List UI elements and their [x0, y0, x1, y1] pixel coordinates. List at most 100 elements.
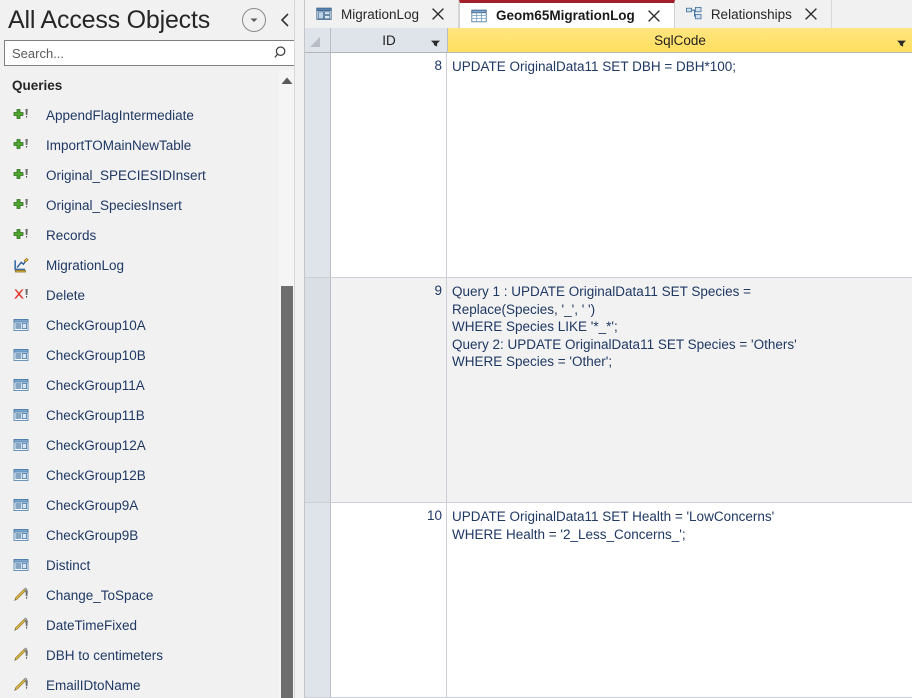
filter-arrow-icon[interactable] [430, 36, 441, 51]
group-header-label: Queries [12, 77, 63, 93]
delete-query-icon [10, 286, 32, 304]
nav-item-delete[interactable]: Delete [0, 280, 304, 310]
navigation-pane-list[interactable]: Queries AppendFlagIntermediate ImportTOMa… [0, 70, 304, 698]
group-header-queries[interactable]: Queries [0, 70, 304, 100]
nav-item-label: Original_SpeciesInsert [46, 197, 182, 213]
nav-item-label: MigrationLog [46, 257, 125, 273]
nav-item-label: DBH to centimeters [46, 647, 164, 663]
nav-item-label: CheckGroup10B [46, 347, 146, 363]
nav-item-original-speciesidinsert[interactable]: Original_SPECIESIDInsert [0, 160, 304, 190]
column-header-label: SqlCode [654, 32, 706, 48]
tab-geom65migrationlog[interactable]: Geom65MigrationLog [459, 0, 675, 28]
nav-item-label: CheckGroup9B [46, 527, 139, 543]
nav-item-checkgroup11b[interactable]: CheckGroup11B [0, 400, 304, 430]
nav-item-distinct[interactable]: Distinct [0, 550, 304, 580]
tab-label: Relationships [710, 6, 792, 22]
nav-item-checkgroup9b[interactable]: CheckGroup9B [0, 520, 304, 550]
tab-migrationlog[interactable]: MigrationLog [305, 0, 460, 28]
chevron-left-icon[interactable] [276, 9, 294, 31]
cell-id[interactable]: 9 [331, 278, 447, 502]
navigation-pane-scrollbar[interactable] [279, 70, 295, 698]
table-row[interactable]: 10 UPDATE OriginalData11 SET Health = 'Lo… [305, 503, 912, 698]
select-query-icon [10, 406, 32, 424]
nav-item-migrationlog[interactable]: MigrationLog [0, 250, 304, 280]
update-query-icon [10, 676, 32, 694]
row-selector[interactable] [305, 503, 331, 697]
update-query-icon [10, 646, 32, 664]
page-title: All Access Objects [8, 5, 211, 34]
nav-item-checkgroup9a[interactable]: CheckGroup9A [0, 490, 304, 520]
select-query-icon [10, 556, 32, 574]
search-icon[interactable] [273, 45, 291, 61]
nav-item-checkgroup11a[interactable]: CheckGroup11A [0, 370, 304, 400]
nav-item-emailidtoname[interactable]: EmailIDtoName [0, 670, 304, 698]
search-box[interactable] [4, 40, 296, 66]
datasheet-header-row: ID SqlCode [305, 28, 912, 53]
nav-item-checkgroup10b[interactable]: CheckGroup10B [0, 340, 304, 370]
column-header-sqlcode[interactable]: SqlCode [448, 28, 912, 52]
relationships-icon [685, 6, 703, 22]
column-header-id[interactable]: ID [331, 28, 448, 52]
close-icon[interactable] [802, 4, 822, 24]
nav-item-change-tospace[interactable]: Change_ToSpace [0, 580, 304, 610]
search-input[interactable] [12, 43, 273, 63]
nav-item-label: CheckGroup11A [46, 377, 145, 393]
datasheet-rows[interactable]: 8 UPDATE OriginalData11 SET DBH = DBH*100… [305, 53, 912, 698]
nav-item-label: Records [46, 227, 97, 243]
update-query-icon [10, 616, 32, 634]
cell-sqlcode[interactable]: UPDATE OriginalData11 SET DBH = DBH*100; [447, 53, 912, 277]
crosstab-query-icon [10, 256, 32, 274]
select-all-corner-icon[interactable] [305, 28, 331, 52]
datasheet-icon [470, 8, 488, 24]
nav-item-importtomainnewtable[interactable]: ImportTOMainNewTable [0, 130, 304, 160]
search-container [0, 40, 304, 66]
scroll-up-arrow-icon[interactable] [279, 70, 295, 90]
row-selector[interactable] [305, 278, 331, 502]
nav-item-checkgroup12b[interactable]: CheckGroup12B [0, 460, 304, 490]
nav-item-label: CheckGroup9A [46, 497, 139, 513]
select-query-icon [10, 466, 32, 484]
close-icon[interactable] [645, 6, 665, 26]
tab-label: Geom65MigrationLog [496, 8, 635, 23]
nav-item-dbh-to-centimeters[interactable]: DBH to centimeters [0, 640, 304, 670]
scrollbar-thumb[interactable] [281, 286, 293, 698]
column-header-label: ID [382, 32, 396, 48]
select-query-icon [10, 316, 32, 334]
nav-item-checkgroup12a[interactable]: CheckGroup12A [0, 430, 304, 460]
nav-item-datetimefixed[interactable]: DateTimeFixed [0, 610, 304, 640]
nav-item-label: CheckGroup12A [46, 437, 146, 453]
select-query-icon [10, 436, 32, 454]
nav-item-checkgroup10a[interactable]: CheckGroup10A [0, 310, 304, 340]
close-icon[interactable] [429, 4, 449, 24]
nav-item-label: DateTimeFixed [46, 617, 138, 633]
document-area: MigrationLog Geom65MigrationLog Relationsh… [305, 0, 912, 698]
cell-id[interactable]: 8 [331, 53, 447, 277]
tab-label: MigrationLog [341, 6, 420, 22]
cell-id[interactable]: 10 [331, 503, 447, 697]
datasheet-view: ID SqlCode 8 UPDATE OriginalData11 SET DB… [305, 28, 912, 698]
append-query-icon [10, 166, 32, 184]
nav-item-original-speciesinsert[interactable]: Original_SpeciesInsert [0, 190, 304, 220]
table-row[interactable]: 8 UPDATE OriginalData11 SET DBH = DBH*100… [305, 53, 912, 278]
table-row[interactable]: 9 Query 1 : UPDATE OriginalData11 SET Spe… [305, 278, 912, 503]
filter-arrow-icon[interactable] [896, 36, 907, 51]
nav-item-label: CheckGroup12B [46, 467, 146, 483]
access-window: All Access Objects Queries [0, 0, 912, 698]
nav-item-records[interactable]: Records [0, 220, 304, 250]
row-selector[interactable] [305, 53, 331, 277]
nav-item-label: CheckGroup10A [46, 317, 146, 333]
cell-sqlcode[interactable]: Query 1 : UPDATE OriginalData11 SET Spec… [447, 278, 912, 502]
navigation-pane: All Access Objects Queries [0, 0, 305, 698]
cell-sqlcode[interactable]: UPDATE OriginalData11 SET Health = 'LowC… [447, 503, 912, 697]
append-query-icon [10, 106, 32, 124]
navigation-pane-edge [294, 0, 304, 698]
select-query-icon [10, 526, 32, 544]
nav-item-label: ImportTOMainNewTable [46, 137, 192, 153]
select-query-icon [10, 376, 32, 394]
tab-relationships[interactable]: Relationships [674, 0, 832, 28]
form-icon [315, 6, 333, 22]
nav-item-label: AppendFlagIntermediate [46, 107, 194, 123]
document-tab-bar[interactable]: MigrationLog Geom65MigrationLog Relationsh… [305, 0, 912, 29]
chevron-down-circle-icon[interactable] [242, 8, 266, 32]
nav-item-appendflagintermediate[interactable]: AppendFlagIntermediate [0, 100, 304, 130]
